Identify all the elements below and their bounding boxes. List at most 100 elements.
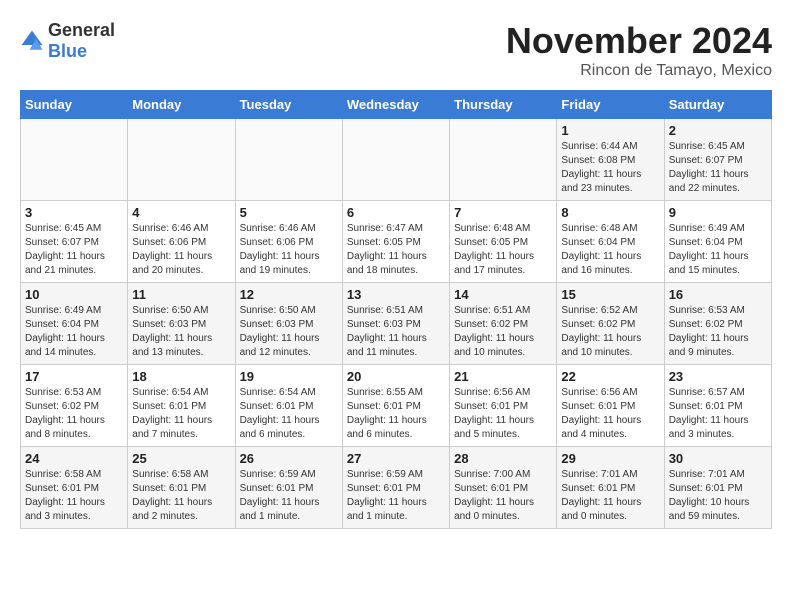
day-info: Sunrise: 6:54 AM Sunset: 6:01 PM Dayligh… [240,386,338,442]
day-number: 1 [561,123,659,138]
page-header: General Blue November 2024 Rincon de Tam… [20,20,772,80]
day-number: 8 [561,205,659,220]
day-info: Sunrise: 6:47 AM Sunset: 6:05 PM Dayligh… [347,222,445,278]
day-info: Sunrise: 6:59 AM Sunset: 6:01 PM Dayligh… [347,468,445,524]
day-number: 5 [240,205,338,220]
location: Rincon de Tamayo, Mexico [506,62,772,80]
day-number: 28 [454,451,552,466]
day-info: Sunrise: 6:46 AM Sunset: 6:06 PM Dayligh… [132,222,230,278]
calendar-week-4: 17 Sunrise: 6:53 AM Sunset: 6:02 PM Dayli… [21,365,772,447]
day-number: 27 [347,451,445,466]
day-info: Sunrise: 6:54 AM Sunset: 6:01 PM Dayligh… [132,386,230,442]
calendar-cell: 16 Sunrise: 6:53 AM Sunset: 6:02 PM Dayli… [664,283,771,365]
day-info: Sunrise: 7:01 AM Sunset: 6:01 PM Dayligh… [669,468,767,524]
day-number: 9 [669,205,767,220]
day-info: Sunrise: 6:49 AM Sunset: 6:04 PM Dayligh… [669,222,767,278]
day-info: Sunrise: 6:56 AM Sunset: 6:01 PM Dayligh… [454,386,552,442]
calendar-week-1: 1 Sunrise: 6:44 AM Sunset: 6:08 PM Daylig… [21,119,772,201]
day-number: 7 [454,205,552,220]
day-number: 2 [669,123,767,138]
title-area: November 2024 Rincon de Tamayo, Mexico [506,20,772,80]
calendar-cell: 6Sunrise: 6:47 AM Sunset: 6:05 PM Daylig… [342,201,449,283]
header-friday: Friday [557,91,664,119]
header-tuesday: Tuesday [235,91,342,119]
day-info: Sunrise: 6:52 AM Sunset: 6:02 PM Dayligh… [561,304,659,360]
calendar-cell: 20 Sunrise: 6:55 AM Sunset: 6:01 PM Dayli… [342,365,449,447]
day-info: Sunrise: 6:51 AM Sunset: 6:02 PM Dayligh… [454,304,552,360]
calendar-cell: 19 Sunrise: 6:54 AM Sunset: 6:01 PM Dayli… [235,365,342,447]
calendar-cell: 30 Sunrise: 7:01 AM Sunset: 6:01 PM Dayli… [664,447,771,529]
calendar-cell: 2 Sunrise: 6:45 AM Sunset: 6:07 PM Daylig… [664,119,771,201]
day-info: Sunrise: 6:53 AM Sunset: 6:02 PM Dayligh… [25,386,123,442]
day-number: 11 [132,287,230,302]
day-number: 15 [561,287,659,302]
calendar-cell [21,119,128,201]
calendar-cell: 29Sunrise: 7:01 AM Sunset: 6:01 PM Dayli… [557,447,664,529]
day-number: 29 [561,451,659,466]
day-info: Sunrise: 6:49 AM Sunset: 6:04 PM Dayligh… [25,304,123,360]
logo-icon [20,29,44,53]
day-info: Sunrise: 6:51 AM Sunset: 6:03 PM Dayligh… [347,304,445,360]
day-info: Sunrise: 7:00 AM Sunset: 6:01 PM Dayligh… [454,468,552,524]
day-number: 10 [25,287,123,302]
day-number: 26 [240,451,338,466]
day-info: Sunrise: 6:58 AM Sunset: 6:01 PM Dayligh… [25,468,123,524]
day-number: 24 [25,451,123,466]
day-number: 20 [347,369,445,384]
calendar-cell: 8 Sunrise: 6:48 AM Sunset: 6:04 PM Daylig… [557,201,664,283]
day-number: 16 [669,287,767,302]
day-info: Sunrise: 6:45 AM Sunset: 6:07 PM Dayligh… [25,222,123,278]
day-info: Sunrise: 6:46 AM Sunset: 6:06 PM Dayligh… [240,222,338,278]
calendar-week-3: 10 Sunrise: 6:49 AM Sunset: 6:04 PM Dayli… [21,283,772,365]
day-number: 14 [454,287,552,302]
day-info: Sunrise: 6:57 AM Sunset: 6:01 PM Dayligh… [669,386,767,442]
calendar-cell: 4Sunrise: 6:46 AM Sunset: 6:06 PM Daylig… [128,201,235,283]
day-info: Sunrise: 6:45 AM Sunset: 6:07 PM Dayligh… [669,140,767,196]
header-thursday: Thursday [450,91,557,119]
calendar-cell: 9 Sunrise: 6:49 AM Sunset: 6:04 PM Daylig… [664,201,771,283]
calendar-cell: 28 Sunrise: 7:00 AM Sunset: 6:01 PM Dayli… [450,447,557,529]
calendar-cell: 1 Sunrise: 6:44 AM Sunset: 6:08 PM Daylig… [557,119,664,201]
calendar-cell: 10 Sunrise: 6:49 AM Sunset: 6:04 PM Dayli… [21,283,128,365]
day-number: 17 [25,369,123,384]
day-number: 12 [240,287,338,302]
calendar-cell: 27 Sunrise: 6:59 AM Sunset: 6:01 PM Dayli… [342,447,449,529]
calendar-cell: 15 Sunrise: 6:52 AM Sunset: 6:02 PM Dayli… [557,283,664,365]
header-sunday: Sunday [21,91,128,119]
day-number: 3 [25,205,123,220]
day-info: Sunrise: 6:58 AM Sunset: 6:01 PM Dayligh… [132,468,230,524]
day-info: Sunrise: 6:55 AM Sunset: 6:01 PM Dayligh… [347,386,445,442]
day-number: 18 [132,369,230,384]
calendar-cell: 24 Sunrise: 6:58 AM Sunset: 6:01 PM Dayli… [21,447,128,529]
header-monday: Monday [128,91,235,119]
day-number: 21 [454,369,552,384]
day-number: 22 [561,369,659,384]
calendar-cell: 7 Sunrise: 6:48 AM Sunset: 6:05 PM Daylig… [450,201,557,283]
day-info: Sunrise: 6:44 AM Sunset: 6:08 PM Dayligh… [561,140,659,196]
logo: General Blue [20,20,115,62]
calendar-cell: 23 Sunrise: 6:57 AM Sunset: 6:01 PM Dayli… [664,365,771,447]
calendar-cell: 11Sunrise: 6:50 AM Sunset: 6:03 PM Dayli… [128,283,235,365]
day-info: Sunrise: 6:53 AM Sunset: 6:02 PM Dayligh… [669,304,767,360]
header-wednesday: Wednesday [342,91,449,119]
calendar-cell: 14 Sunrise: 6:51 AM Sunset: 6:02 PM Dayli… [450,283,557,365]
calendar-table: SundayMondayTuesdayWednesdayThursdayFrid… [20,90,772,529]
logo-general: General [48,20,115,40]
day-info: Sunrise: 6:48 AM Sunset: 6:05 PM Dayligh… [454,222,552,278]
day-number: 23 [669,369,767,384]
logo-blue: Blue [48,41,87,61]
calendar-cell: 13 Sunrise: 6:51 AM Sunset: 6:03 PM Dayli… [342,283,449,365]
logo-text: General Blue [48,20,115,62]
day-number: 13 [347,287,445,302]
day-info: Sunrise: 6:59 AM Sunset: 6:01 PM Dayligh… [240,468,338,524]
calendar-cell: 18 Sunrise: 6:54 AM Sunset: 6:01 PM Dayli… [128,365,235,447]
day-info: Sunrise: 6:50 AM Sunset: 6:03 PM Dayligh… [240,304,338,360]
day-info: Sunrise: 6:48 AM Sunset: 6:04 PM Dayligh… [561,222,659,278]
calendar-cell: 26 Sunrise: 6:59 AM Sunset: 6:01 PM Dayli… [235,447,342,529]
day-number: 19 [240,369,338,384]
calendar-cell [128,119,235,201]
calendar-cell: 3 Sunrise: 6:45 AM Sunset: 6:07 PM Daylig… [21,201,128,283]
day-number: 30 [669,451,767,466]
month-title: November 2024 [506,20,772,62]
calendar-cell: 12 Sunrise: 6:50 AM Sunset: 6:03 PM Dayli… [235,283,342,365]
